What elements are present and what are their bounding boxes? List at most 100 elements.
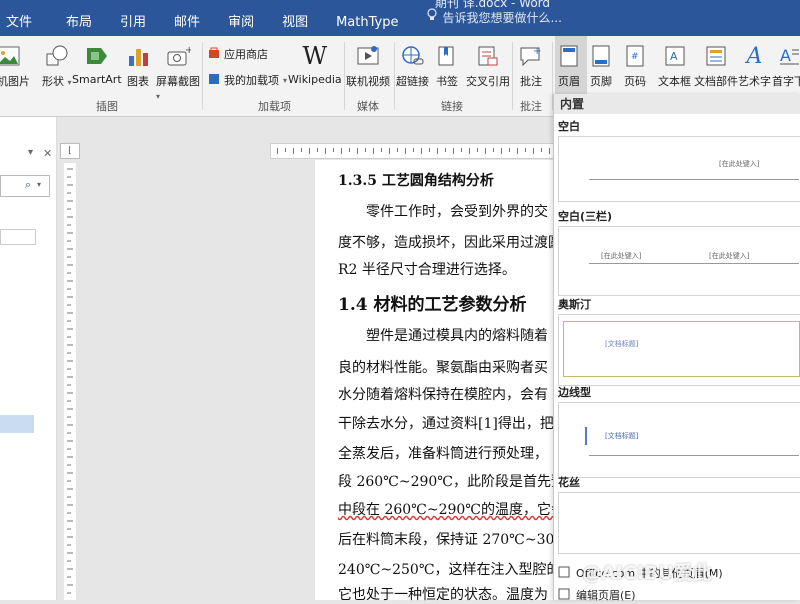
nav-selected-heading[interactable] <box>0 415 34 433</box>
search-icon: ⌕ <box>25 178 31 192</box>
chevron-down-icon[interactable]: ▾ <box>28 147 33 158</box>
footer-button[interactable]: 页脚▾ <box>590 42 612 102</box>
picture-icon <box>0 42 21 70</box>
tab-selector-icon[interactable]: ⌊ <box>60 143 80 159</box>
wikipedia-button[interactable]: W Wikipedia <box>288 42 342 86</box>
my-addins-label: 我的加载项 <box>224 72 279 88</box>
online-video-button[interactable]: 联机视频 <box>346 42 390 89</box>
ruler-tick <box>277 148 278 154</box>
tab-references[interactable]: 引用 <box>106 0 160 36</box>
chart-label: 图表 <box>127 73 149 89</box>
edit-header-item[interactable]: 编辑页眉(E) <box>558 587 636 603</box>
tab-mailings[interactable]: 邮件 <box>160 0 214 36</box>
header-rule <box>589 179 799 180</box>
group-addins: 加载项 <box>258 98 291 114</box>
heading-1-4: 1.4 材料的工艺参数分析 <box>338 290 527 315</box>
tab-layout[interactable]: 布局 <box>52 0 106 36</box>
para2-line8: 后在料筒末段，保持证 270℃~300 <box>338 529 563 549</box>
gallery-item-filigree[interactable] <box>558 492 800 554</box>
bookmark-icon <box>436 42 458 70</box>
smartart-label: SmartArt <box>72 73 122 86</box>
ruler-tick <box>429 148 430 152</box>
gallery-item-blank-three-column[interactable]: [在此处键入] [在此处键入] <box>558 226 800 296</box>
chevron-down-icon: ▾ <box>156 92 160 101</box>
tab-view[interactable]: 视图 <box>268 0 322 36</box>
page-number-button[interactable]: # 页码▾ <box>624 42 646 102</box>
group-links: 链接 <box>441 98 463 114</box>
para2-line1: 塑件是通过模具内的熔料随着 <box>338 325 548 345</box>
page-number-icon: # <box>624 42 646 70</box>
cross-reference-icon <box>476 42 500 70</box>
drop-cap-icon: A <box>777 42 800 70</box>
group-comments: 批注 <box>520 98 542 114</box>
online-pictures-button[interactable]: 联机图片 <box>0 42 30 89</box>
quick-parts-label: 文档部件 <box>694 75 738 88</box>
ruler-tick <box>541 148 542 152</box>
online-video-label: 联机视频 <box>346 73 390 89</box>
text-box-button[interactable]: A 文本框▾ <box>658 42 691 102</box>
header-button[interactable]: 页眉▾ <box>558 42 580 102</box>
gallery-item-sideline[interactable]: [文档标题] <box>558 402 800 478</box>
gallery-item-blank[interactable]: [在此处键入] <box>558 136 800 202</box>
my-addins-button[interactable]: 我的加载项 ▾ <box>208 72 287 88</box>
video-icon <box>355 42 381 70</box>
bookmark-button[interactable]: 书签 <box>436 42 458 89</box>
search-input[interactable]: ⌕ ▾ <box>0 175 50 197</box>
svg-text:+: + <box>533 46 541 57</box>
hyperlink-button[interactable]: 超链接 <box>396 42 429 89</box>
para2-line4: 干除去水分，通过资料[1]得出，把原 <box>338 413 568 433</box>
ruler-tick <box>437 148 438 154</box>
ruler-tick <box>469 148 470 154</box>
drop-cap-button[interactable]: A 首字下▾ <box>772 42 800 102</box>
ruler-tick <box>349 148 350 152</box>
store-button[interactable]: 应用商店 <box>208 46 268 62</box>
tab-file[interactable]: 文件 <box>0 0 52 36</box>
store-label: 应用商店 <box>224 46 268 62</box>
close-icon[interactable]: ✕ <box>43 147 52 160</box>
ruler-tick <box>293 148 294 154</box>
globe-link-icon <box>400 42 426 70</box>
ruler-tick <box>453 148 454 154</box>
shapes-button[interactable]: 形状 ▾ <box>42 42 72 89</box>
svg-text:+: + <box>185 45 191 56</box>
wikipedia-icon: W <box>302 42 327 70</box>
bookmark-label: 书签 <box>436 73 458 89</box>
edit-header-label: 编辑页眉(E) <box>576 587 636 603</box>
austin-border <box>563 321 800 377</box>
cross-reference-button[interactable]: 交叉引用 <box>466 42 510 89</box>
nav-tab-box[interactable] <box>0 229 36 245</box>
para2-line5: 全蒸发后，准备料筒进行预处理， <box>338 443 548 463</box>
wordart-button[interactable]: A 艺术字▾ <box>738 42 771 102</box>
ruler-tick <box>357 148 358 154</box>
para1-line1: 零件工作时，会受到外界的交 <box>338 201 548 221</box>
tab-review[interactable]: 审阅 <box>214 0 268 36</box>
gallery-item-austin[interactable]: [文档标题] <box>558 314 800 386</box>
wikipedia-label: Wikipedia <box>288 73 342 86</box>
chevron-down-icon: ▾ <box>283 76 287 85</box>
quick-parts-button[interactable]: 文档部件▾ <box>694 42 738 102</box>
ruler-tick <box>461 148 462 152</box>
heading-1-3-5: 1.3.5 工艺圆角结构分析 <box>338 170 494 190</box>
group-media: 媒体 <box>357 98 379 114</box>
ruler-tick <box>301 148 302 152</box>
svg-text:A: A <box>780 46 791 65</box>
comment-button[interactable]: + 批注 <box>518 42 544 89</box>
screenshot-button[interactable]: + 屏幕截图▾ <box>156 42 200 102</box>
ruler-tick <box>509 148 510 152</box>
para1-line2: 度不够，造成损坏，因此采用过渡圆 <box>338 232 562 252</box>
document-title: 期刊 译.docx - Word <box>435 0 550 11</box>
ruler-tick <box>525 148 526 152</box>
header-label: 页眉 <box>558 75 580 88</box>
group-separator <box>394 42 395 110</box>
hyperlink-label: 超链接 <box>396 73 429 89</box>
chart-button[interactable]: 图表 <box>126 42 150 89</box>
smartart-button[interactable]: SmartArt <box>72 42 122 86</box>
tab-mathtype[interactable]: MathType <box>322 0 412 36</box>
ruler-tick <box>397 148 398 152</box>
group-illustrations: 插图 <box>96 98 118 114</box>
ruler-tick <box>309 148 310 154</box>
ruler-tick <box>285 148 286 152</box>
camera-icon: + <box>165 42 191 70</box>
ruler-tick <box>341 148 342 154</box>
footer-page-icon <box>590 42 612 70</box>
